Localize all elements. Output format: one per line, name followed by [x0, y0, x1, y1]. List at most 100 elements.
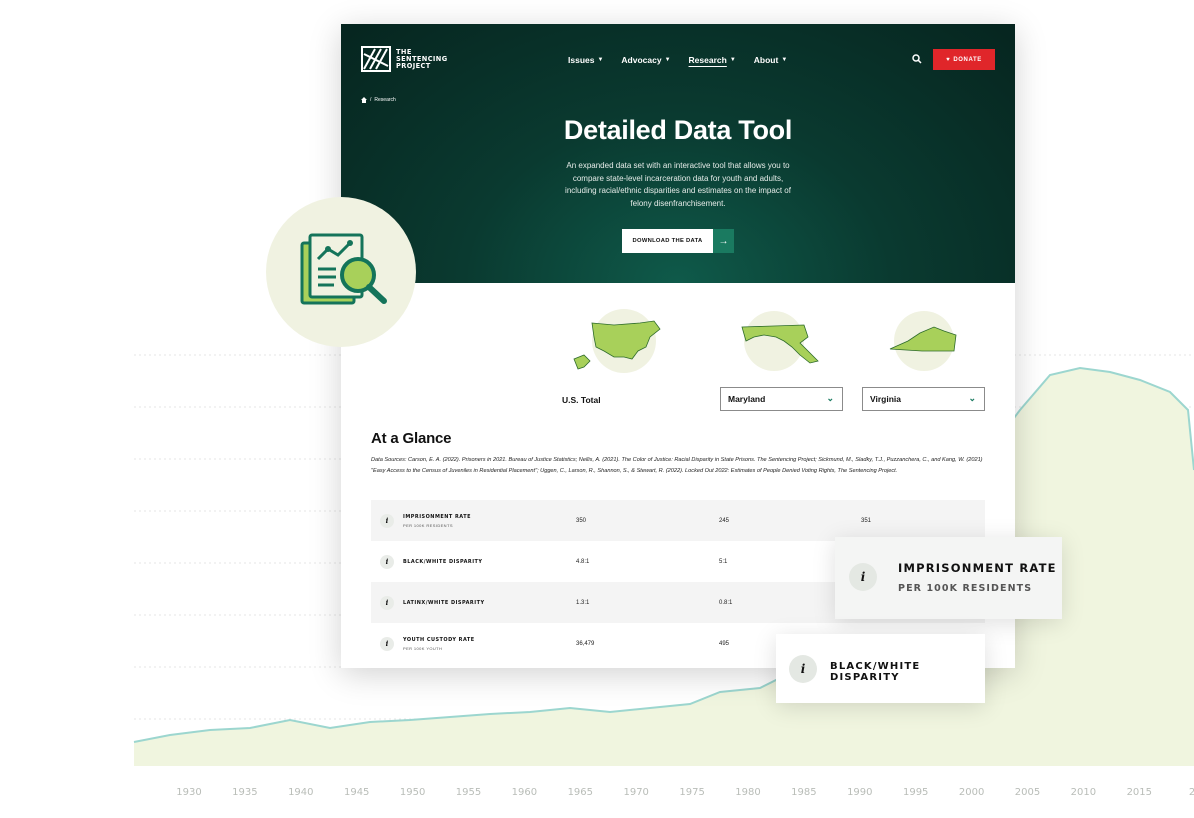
x-tick-label: 1950: [400, 787, 425, 798]
x-tick-label: 1940: [288, 787, 313, 798]
x-tick-label: 1985: [791, 787, 816, 798]
us-total-label: U.S. Total: [562, 395, 601, 405]
breadcrumb-current[interactable]: Research: [374, 97, 395, 103]
nav-research[interactable]: Research ▼: [689, 55, 736, 65]
tooltip-label: IMPRISONMENT RATE: [898, 561, 1057, 575]
logo-text: THE SENTENCING PROJECT: [396, 48, 448, 70]
us-map-column: [562, 309, 685, 375]
x-tick-label: 1960: [512, 787, 537, 798]
md-value: 5:1: [719, 558, 728, 565]
info-icon: i: [849, 563, 877, 591]
x-tick-label: 1965: [568, 787, 593, 798]
state-select-3[interactable]: Virginia ⌄: [862, 387, 985, 411]
hero-section: THE SENTENCING PROJECT Issues ▼ Advocacy ▼…: [341, 24, 1015, 283]
search-icon: [912, 54, 922, 64]
info-icon: i: [789, 655, 817, 683]
metric-sub: PER 100K YOUTH: [403, 645, 443, 651]
us-value: 4.8:1: [576, 558, 590, 565]
nav-research-label: Research: [688, 55, 727, 65]
x-tick-label: 2005: [1015, 787, 1040, 798]
metric-sub: PER 100K RESIDENTS: [403, 522, 453, 528]
document-search-icon: [300, 233, 387, 305]
us-map-icon: [573, 309, 661, 373]
metric-cell: IMPRISONMENT RATE PER 100K RESIDENTS: [403, 514, 471, 528]
maryland-map-icon: [741, 311, 819, 371]
at-a-glance-title: At a Glance: [371, 430, 452, 447]
heart-icon: ♥: [946, 56, 951, 63]
metric-label: IMPRISONMENT RATE: [403, 513, 471, 520]
va-value: 351: [861, 517, 872, 524]
nav-about-label: About: [753, 55, 779, 65]
site-logo[interactable]: THE SENTENCING PROJECT: [361, 46, 448, 72]
state-select-3-value: Virginia: [870, 394, 902, 404]
md-value: 245: [719, 517, 730, 524]
x-tick-label: 1995: [903, 787, 928, 798]
nav-advocacy-label: Advocacy: [621, 55, 662, 65]
arrow-right-icon: →: [713, 229, 734, 253]
state-select-2[interactable]: Maryland ⌄: [720, 387, 843, 411]
logo-mark-icon: [361, 46, 391, 72]
chevron-down-icon: ⌄: [826, 393, 834, 403]
page-title: Detailed Data Tool: [563, 115, 793, 145]
x-tick-label: 1935: [232, 787, 257, 798]
x-axis-ticks: 1930 1935 1940 1945 1950 1955 1960 1965 1970 1975…: [176, 787, 1194, 798]
nav-advocacy[interactable]: Advocacy ▼: [621, 55, 670, 65]
virginia-map-icon: [889, 311, 957, 371]
us-value: 36,479: [576, 640, 595, 647]
main-nav: Issues ▼ Advocacy ▼ Research ▼ About ▼: [568, 55, 787, 65]
metric-label: BLACK/WHITE DISPARITY: [403, 558, 483, 565]
x-tick-label: 1975: [679, 787, 704, 798]
tooltip-sublabel: PER 100K RESIDENTS: [898, 583, 1033, 594]
info-icon[interactable]: i: [380, 513, 394, 528]
data-sources: Data Sources: Carson, E. A. (2022). Pris…: [371, 457, 983, 474]
metric-label: LATINX/WHITE DISPARITY: [403, 599, 485, 606]
nav-issues-label: Issues: [568, 55, 595, 65]
info-icon[interactable]: i: [380, 636, 394, 651]
home-icon[interactable]: [361, 97, 367, 103]
hero-description: An expanded data set with an interactive…: [565, 161, 791, 208]
table-row: i IMPRISONMENT RATE PER 100K RESIDENTS 3…: [371, 500, 985, 541]
search-button[interactable]: [908, 50, 926, 68]
us-value: 1.3:1: [576, 599, 590, 606]
donate-button[interactable]: ♥ DONATE: [933, 49, 995, 70]
x-tick-label: 1955: [456, 787, 481, 798]
virginia-map-column: [862, 311, 985, 375]
maryland-map-column: [720, 311, 843, 375]
md-value: 0.8:1: [719, 599, 733, 606]
chevron-down-icon: ▼: [597, 57, 604, 63]
x-tick-label: 1970: [623, 787, 648, 798]
x-tick-label: 1945: [344, 787, 369, 798]
download-data-button[interactable]: DOWNLOAD THE DATA →: [622, 229, 734, 253]
tooltip-black-white-disparity: i BLACK/WHITE DISPARITY: [776, 634, 985, 703]
x-tick-label: 1990: [847, 787, 872, 798]
tooltip-label: BLACK/WHITE DISPARITY: [830, 661, 921, 683]
md-value: 495: [719, 640, 730, 647]
nav-issues[interactable]: Issues ▼: [568, 55, 603, 65]
breadcrumb: / Research: [361, 97, 396, 103]
state-select-2-value: Maryland: [728, 394, 766, 404]
chevron-down-icon: ▼: [781, 57, 788, 63]
research-icon-circle: [266, 197, 416, 347]
logo-line-3: PROJECT: [396, 61, 431, 70]
tooltip-imprisonment-rate: i IMPRISONMENT RATE PER 100K RESIDENTS: [835, 537, 1062, 619]
breadcrumb-separator: /: [370, 97, 372, 103]
x-tick-label: 1930: [176, 787, 201, 798]
x-tick-label: 2015: [1127, 787, 1152, 798]
chevron-down-icon: ▼: [664, 57, 671, 63]
x-tick-label: 20: [1189, 787, 1194, 798]
info-icon[interactable]: i: [380, 595, 394, 610]
metric-cell: BLACK/WHITE DISPARITY: [403, 559, 483, 565]
download-label: DOWNLOAD THE DATA: [622, 229, 713, 253]
metric-cell: LATINX/WHITE DISPARITY: [403, 600, 485, 606]
info-icon[interactable]: i: [380, 554, 394, 569]
x-tick-label: 1980: [735, 787, 760, 798]
metric-cell: YOUTH CUSTODY RATE PER 100K YOUTH: [403, 637, 475, 651]
metric-label: YOUTH CUSTODY RATE: [403, 636, 475, 643]
chevron-down-icon: ⌄: [968, 393, 976, 403]
x-tick-label: 2010: [1071, 787, 1096, 798]
chevron-down-icon: ▼: [729, 57, 736, 63]
donate-label: DONATE: [953, 56, 982, 63]
us-value: 350: [576, 517, 587, 524]
nav-about[interactable]: About ▼: [754, 55, 788, 65]
x-tick-label: 2000: [959, 787, 984, 798]
